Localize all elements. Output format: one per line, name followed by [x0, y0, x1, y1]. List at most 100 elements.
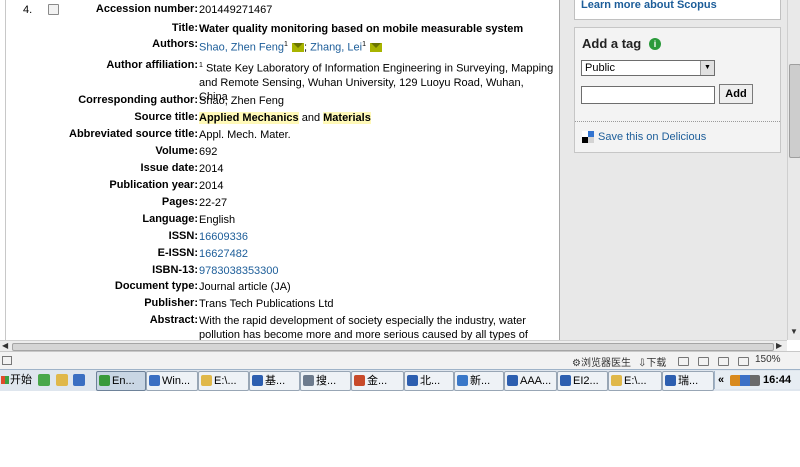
taskbar-window-button[interactable]: Win...: [146, 371, 198, 391]
field-value: 692: [199, 146, 218, 158]
system-tray: « 16:44: [714, 371, 800, 389]
taskbar-window-button[interactable]: EI2...: [557, 371, 608, 391]
tray-icons[interactable]: [730, 375, 760, 386]
source-title-connector: and: [298, 112, 324, 124]
delicious-icon: [582, 131, 594, 143]
add-tag-heading: Add a tag: [582, 36, 642, 51]
field-value: Appl. Mech. Mater.: [199, 129, 291, 141]
volume-icon[interactable]: [738, 357, 749, 366]
field-label: Source title:: [134, 111, 198, 123]
scroll-left-icon[interactable]: ◀: [2, 341, 8, 350]
status-icon[interactable]: [698, 357, 709, 366]
window-app-icon: [252, 375, 263, 386]
abstract-text: With the rapid development of society es…: [199, 315, 528, 340]
scroll-down-icon[interactable]: ▼: [790, 327, 798, 336]
vertical-scroll-thumb[interactable]: [789, 64, 800, 158]
window-app-icon: [149, 375, 160, 386]
field-label: Publication year:: [109, 179, 198, 191]
taskbar-window-button[interactable]: AAA...: [504, 371, 557, 391]
field-label: ISSN:: [168, 230, 198, 242]
taskbar-window-button[interactable]: 北...: [404, 371, 454, 391]
taskbar-button-label: 瑞...: [678, 375, 699, 387]
taskbar-button-label: Win...: [162, 375, 191, 387]
window-app-icon: [354, 375, 365, 386]
taskbar-window-button[interactable]: 搜...: [300, 371, 351, 391]
add-tag-button[interactable]: Add: [719, 84, 753, 104]
field-label: Title:: [171, 22, 198, 34]
taskbar-button-label: 基...: [265, 375, 286, 387]
horizontal-scroll-thumb[interactable]: [12, 343, 774, 351]
field-label: Publisher:: [144, 297, 198, 309]
window-app-icon: [201, 375, 212, 386]
zoom-level[interactable]: 150%: [755, 354, 781, 365]
status-icon[interactable]: [718, 357, 729, 366]
tag-input[interactable]: [581, 86, 715, 104]
taskbar-button-label: EI2...: [573, 375, 599, 387]
quicklaunch-icon[interactable]: [56, 374, 68, 386]
add-tag-box: Add a tag i Public ▼ Add Save this on De…: [574, 27, 781, 153]
quicklaunch-icon[interactable]: [38, 374, 50, 386]
taskbar-window-button[interactable]: E:\...: [198, 371, 249, 391]
field-value: Trans Tech Publications Ltd: [199, 298, 334, 310]
field-label: Author affiliation:: [106, 59, 198, 71]
vertical-scrollbar[interactable]: ▼: [787, 0, 800, 340]
browser-doctor-button[interactable]: ⚙浏览器医生: [572, 354, 631, 369]
tag-visibility-select[interactable]: Public ▼: [581, 60, 715, 76]
field-value: Journal article (JA): [199, 281, 291, 293]
quicklaunch-icon[interactable]: [73, 374, 85, 386]
scroll-right-icon[interactable]: ▶: [776, 341, 782, 350]
select-value: Public: [585, 62, 615, 74]
field-value: 201449271467: [199, 4, 273, 16]
author-link[interactable]: Shao, Zhen Feng: [199, 42, 284, 54]
chevron-down-icon[interactable]: ▼: [700, 61, 714, 75]
taskbar-window-button[interactable]: 金...: [351, 371, 404, 391]
email-icon[interactable]: [291, 42, 304, 52]
taskbar-window-button[interactable]: 瑞...: [662, 371, 714, 391]
e-issn-link[interactable]: 16627482: [199, 247, 554, 261]
record-number: 4.: [23, 4, 33, 16]
field-label: Corresponding author:: [78, 94, 198, 106]
field-label: Document type:: [114, 280, 198, 292]
page-viewport: 4. Accession number: 201449271467 Title:…: [0, 0, 787, 340]
tray-expand-icon[interactable]: «: [718, 371, 724, 389]
taskbar-window-button[interactable]: E:\...: [608, 371, 662, 391]
info-icon[interactable]: i: [649, 38, 661, 50]
windows-logo-icon: [1, 376, 9, 384]
field-label: Volume:: [155, 145, 198, 157]
highlighted-term: Mechanics: [242, 112, 299, 124]
taskbar-window-button[interactable]: En...: [96, 371, 146, 391]
status-icon[interactable]: [678, 357, 689, 366]
start-button[interactable]: 开始: [0, 372, 35, 389]
taskbar-button-label: E:\...: [214, 375, 237, 387]
isbn-link[interactable]: 9783038353300: [199, 264, 554, 278]
browser-status-bar: ⚙浏览器医生 ⇩下载 150%: [0, 351, 800, 369]
window-app-icon: [303, 375, 314, 386]
source-title-value: Applied Mechanics and Materials: [199, 111, 554, 125]
record-select-checkbox[interactable]: [48, 4, 59, 15]
save-on-delicious-link[interactable]: Save this on Delicious: [598, 131, 706, 143]
taskbar-button-label: 北...: [420, 375, 441, 387]
download-button[interactable]: ⇩下载: [638, 354, 666, 369]
scopus-link[interactable]: Learn more about Scopus: [581, 0, 717, 11]
field-label: Issue date:: [140, 162, 198, 174]
field-label: Pages:: [161, 196, 198, 208]
window-app-icon: [611, 375, 622, 386]
taskbar-window-button[interactable]: 新...: [454, 371, 504, 391]
field-value: 2014: [199, 163, 224, 175]
page-status-icon: [2, 356, 12, 365]
field-label: Accession number:: [95, 3, 198, 15]
highlighted-term: Applied: [199, 112, 240, 124]
window-app-icon: [560, 375, 571, 386]
taskbar-window-button[interactable]: 基...: [249, 371, 300, 391]
email-icon[interactable]: [370, 42, 383, 52]
taskbar-button-label: 搜...: [316, 375, 337, 387]
issn-link[interactable]: 16609336: [199, 230, 554, 244]
clock: 16:44: [763, 374, 792, 386]
author-link[interactable]: Zhang, Lei: [310, 42, 362, 54]
left-frame-edge: [0, 0, 6, 340]
scopus-box: Learn more about Scopus: [574, 0, 781, 20]
record-title: Water quality monitoring based on mobile…: [199, 23, 524, 35]
author-separator: ;: [303, 41, 308, 54]
right-sidebar: Learn more about Scopus Add a tag i Publ…: [560, 0, 787, 340]
windows-taskbar: 开始 En... Win... E:\... 基... 搜... 金... 北... 新...…: [0, 369, 800, 391]
